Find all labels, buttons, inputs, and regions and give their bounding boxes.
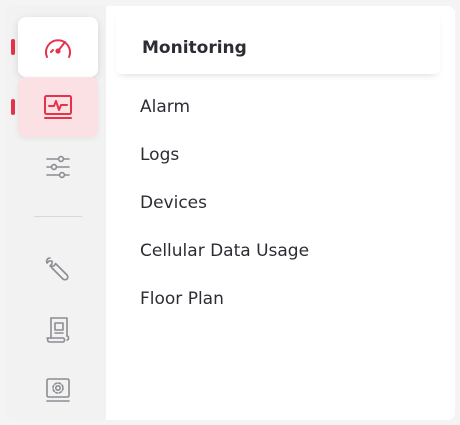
nav-tools[interactable] [18,239,98,299]
monitoring-panel: Monitoring Alarm Logs Devices Cellular D… [106,6,455,420]
app-window: Monitoring Alarm Logs Devices Cellular D… [6,6,455,420]
panel-header: Monitoring [116,12,440,74]
menu-item-alarm[interactable]: Alarm [140,96,309,144]
panel-title: Monitoring [142,38,247,58]
scroll-document-icon [41,314,75,346]
nav-monitoring[interactable] [18,77,98,137]
menu-item-cellular-data-usage[interactable]: Cellular Data Usage [140,240,309,288]
monitor-pulse-icon [41,92,75,122]
monitor-gear-icon [41,374,75,406]
menu-item-devices[interactable]: Devices [140,192,309,240]
nav-logs-scroll[interactable] [18,300,98,360]
menu-item-floor-plan[interactable]: Floor Plan [140,288,309,336]
active-marker [11,39,15,55]
nav-dashboard[interactable] [18,17,98,77]
nav-system[interactable] [18,360,98,420]
active-marker [11,99,15,115]
menu-item-logs[interactable]: Logs [140,144,309,192]
monitoring-menu: Alarm Logs Devices Cellular Data Usage F… [140,96,309,336]
wrench-icon [41,252,75,286]
rail-divider [34,216,82,217]
speedometer-icon [41,32,75,62]
nav-rail [6,6,106,420]
sliders-icon [41,152,75,182]
nav-configuration[interactable] [18,137,98,197]
